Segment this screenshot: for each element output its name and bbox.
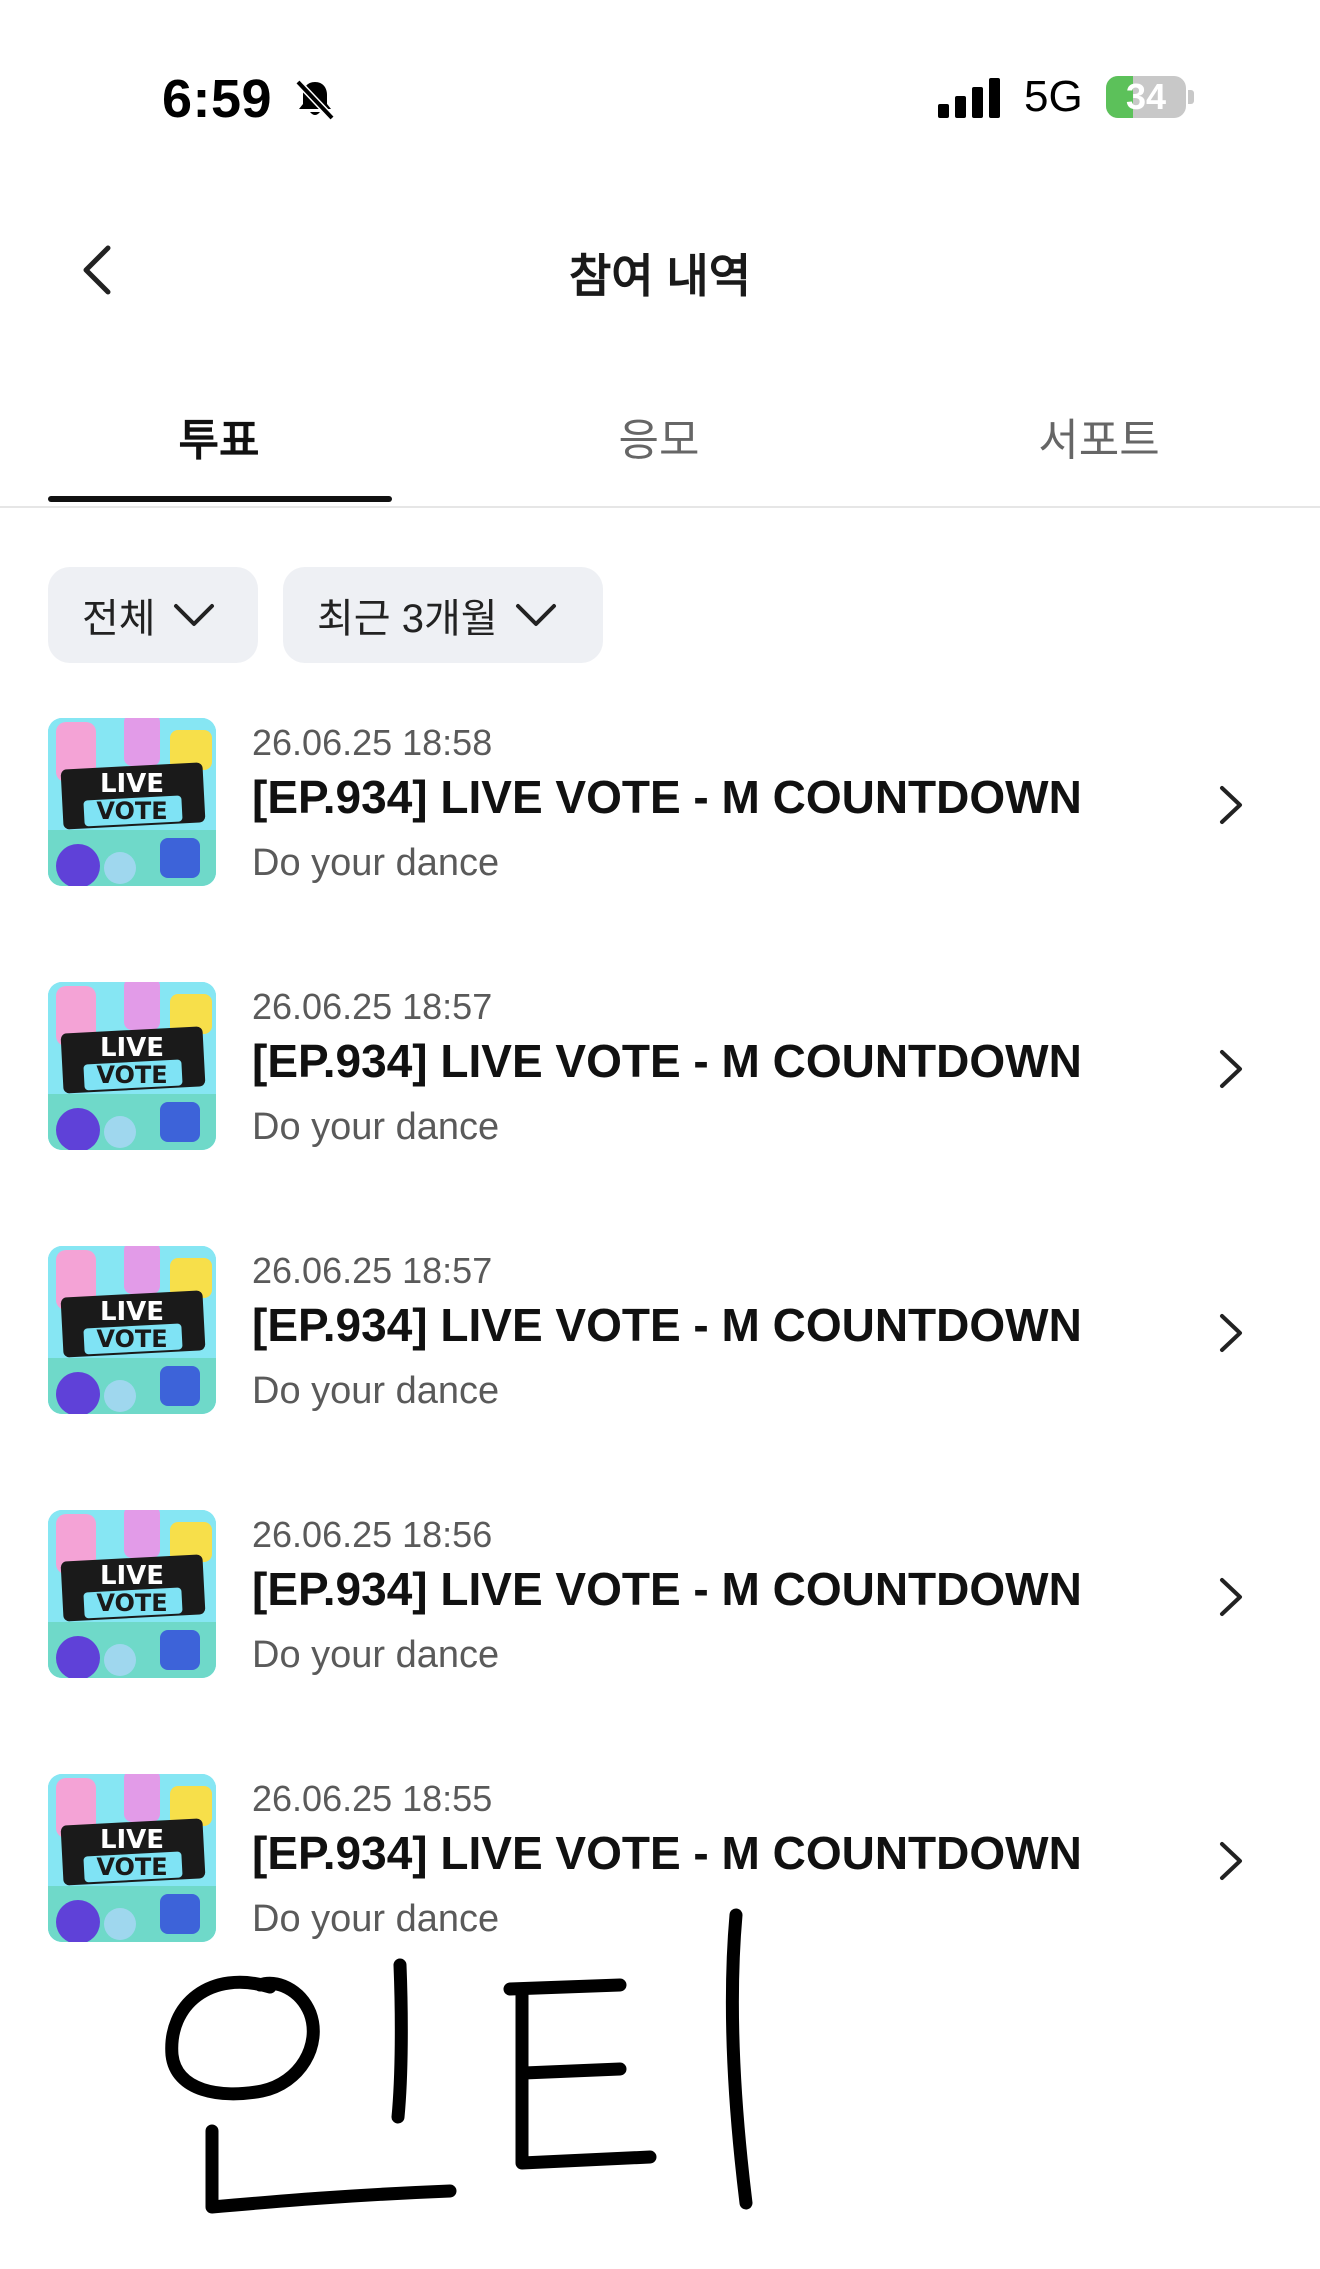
- filter-type-dropdown[interactable]: 전체: [48, 567, 258, 663]
- thumb-text-vote: VOTE: [96, 1325, 167, 1353]
- list-item[interactable]: LIVE VOTE 26.06.25 18:56 [EP.934] LIVE V…: [0, 1510, 1320, 1682]
- item-subtitle: Do your dance: [252, 1106, 500, 1148]
- item-date: 26.06.25 18:55: [252, 1778, 493, 1819]
- chevron-right-icon: [1220, 786, 1242, 824]
- filter-period-dropdown[interactable]: 최근 3개월: [283, 567, 603, 663]
- item-subtitle: Do your dance: [252, 842, 500, 884]
- thumb-text-live: LIVE: [100, 1825, 164, 1855]
- thumb-text-live: LIVE: [100, 1033, 164, 1063]
- item-date: 26.06.25 18:56: [252, 1514, 493, 1555]
- thumb-text-vote: VOTE: [96, 797, 167, 825]
- thumb-text-vote: VOTE: [96, 1853, 167, 1881]
- battery-percent: 34: [1125, 76, 1167, 117]
- status-time: 6:59: [162, 69, 273, 129]
- tab-vote[interactable]: 투표: [48, 404, 390, 468]
- tab-bar: 투표 응모 서포트: [0, 390, 1320, 508]
- list-item[interactable]: LIVE VOTE 26.06.25 18:57 [EP.934] LIVE V…: [0, 982, 1320, 1154]
- thumb-text-live: LIVE: [100, 1561, 164, 1591]
- chevron-right-icon: [1220, 1842, 1242, 1880]
- item-title: [EP.934] LIVE VOTE - M COUNTDOWN: [252, 1035, 1082, 1087]
- cellular-signal-icon: [938, 78, 1000, 118]
- tab-entry[interactable]: 응모: [488, 404, 830, 468]
- live-vote-thumbnail: LIVE VOTE: [48, 1510, 216, 1678]
- filter-period-label: 최근 3개월: [317, 597, 498, 641]
- item-date: 26.06.25 18:58: [252, 722, 493, 763]
- page-title: 참여 내역: [568, 250, 752, 302]
- chevron-down-icon: [515, 604, 556, 626]
- item-title: [EP.934] LIVE VOTE - M COUNTDOWN: [252, 1827, 1082, 1879]
- item-subtitle: Do your dance: [252, 1370, 500, 1412]
- thumb-text-vote: VOTE: [96, 1061, 167, 1089]
- list-item[interactable]: LIVE VOTE 26.06.25 18:58 [EP.934] LIVE V…: [0, 718, 1320, 890]
- item-title: [EP.934] LIVE VOTE - M COUNTDOWN: [252, 771, 1082, 823]
- thumb-text-live: LIVE: [100, 1297, 164, 1327]
- item-title: [EP.934] LIVE VOTE - M COUNTDOWN: [252, 1299, 1082, 1351]
- chevron-right-icon: [1220, 1578, 1242, 1616]
- live-vote-thumbnail: LIVE VOTE: [48, 718, 216, 886]
- status-bar: 6:59 5G 34: [0, 0, 1320, 200]
- chevron-right-icon: [1220, 1050, 1242, 1088]
- thumb-text-vote: VOTE: [96, 1589, 167, 1617]
- bell-slash-icon: [295, 79, 335, 121]
- list-item[interactable]: LIVE VOTE 26.06.25 18:57 [EP.934] LIVE V…: [0, 1246, 1320, 1418]
- item-date: 26.06.25 18:57: [252, 1250, 493, 1291]
- live-vote-thumbnail: LIVE VOTE: [48, 982, 216, 1150]
- tab-support[interactable]: 서포트: [928, 404, 1270, 468]
- chevron-down-icon: [173, 604, 214, 626]
- item-title: [EP.934] LIVE VOTE - M COUNTDOWN: [252, 1563, 1082, 1615]
- item-subtitle: Do your dance: [252, 1634, 500, 1676]
- live-vote-thumbnail: LIVE VOTE: [48, 1246, 216, 1414]
- network-type: 5G: [1024, 72, 1083, 121]
- handwritten-annotation: [165, 1908, 753, 2214]
- filter-type-label: 전체: [82, 597, 156, 641]
- active-tab-indicator: [48, 496, 392, 502]
- thumb-text-live: LIVE: [100, 769, 164, 799]
- battery-indicator: 34: [1106, 76, 1194, 118]
- item-date: 26.06.25 18:57: [252, 986, 493, 1027]
- chevron-right-icon: [1220, 1314, 1242, 1352]
